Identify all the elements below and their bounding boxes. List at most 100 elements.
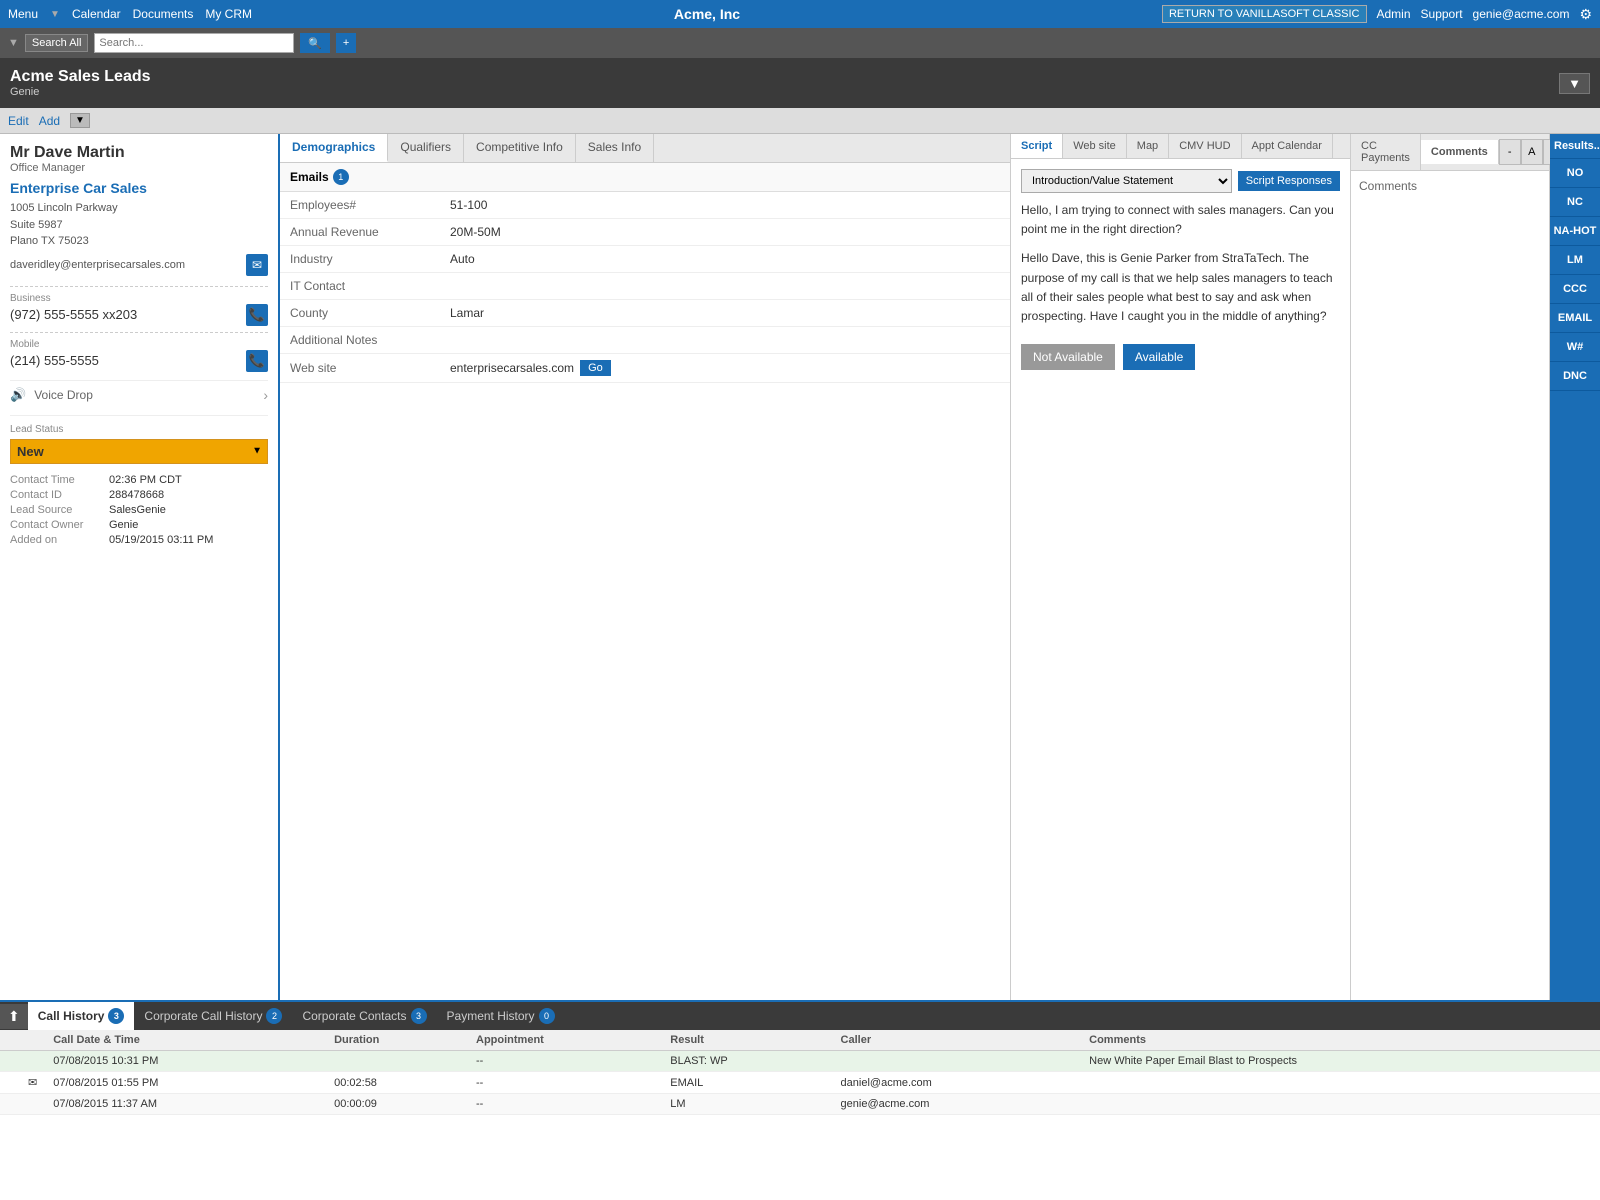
- contact-time-label: Contact Time: [10, 474, 105, 486]
- row3-caller: genie@acme.com: [833, 1094, 1082, 1115]
- content-area: Mr Dave Martin Office Manager Enterprise…: [0, 134, 1600, 1000]
- cc-a-btn[interactable]: A: [1521, 139, 1543, 165]
- history-header-row: Call Date & Time Duration Appointment Re…: [0, 1030, 1600, 1051]
- col-icon2: [20, 1030, 45, 1051]
- contact-name: Mr Dave Martin: [10, 144, 268, 162]
- col-result: Result: [662, 1030, 832, 1051]
- support-link[interactable]: Support: [1421, 7, 1463, 21]
- contact-owner-label: Contact Owner: [10, 519, 105, 531]
- bottom-tab-bar: ⬆ Call History 3 Corporate Call History …: [0, 1002, 1600, 1030]
- not-available-button[interactable]: Not Available: [1021, 344, 1115, 370]
- contact-owner-row: Contact Owner Genie: [10, 519, 268, 531]
- col-duration: Duration: [326, 1030, 468, 1051]
- return-to-classic-btn[interactable]: RETURN TO VANILLASOFT CLASSIC: [1162, 5, 1367, 23]
- tab-cc-payments[interactable]: CC Payments: [1351, 134, 1421, 170]
- menu-item-documents[interactable]: Documents: [133, 7, 194, 21]
- tab-map[interactable]: Map: [1127, 134, 1169, 158]
- main-tab-bar: Demographics Qualifiers Competitive Info…: [280, 134, 1010, 163]
- tab-competitive-info[interactable]: Competitive Info: [464, 134, 576, 162]
- search-dropdown-icon: ▼: [8, 37, 19, 49]
- send-email-button[interactable]: ✉: [246, 254, 268, 276]
- available-button[interactable]: Available: [1123, 344, 1195, 370]
- row2-icon1: [0, 1072, 20, 1094]
- row3-icon1: [0, 1094, 20, 1115]
- result-nahot-btn[interactable]: NA-HOT: [1550, 217, 1600, 246]
- menu-item-mycrm[interactable]: My CRM: [205, 7, 252, 21]
- result-no-btn[interactable]: NO: [1550, 159, 1600, 188]
- tab-payment-history[interactable]: Payment History 0: [437, 1002, 565, 1030]
- employees-row: Employees# 51-100: [280, 192, 1010, 219]
- cc-minus-btn[interactable]: -: [1499, 139, 1521, 165]
- tab-qualifiers[interactable]: Qualifiers: [388, 134, 464, 162]
- row3-appointment: --: [468, 1094, 662, 1115]
- admin-link[interactable]: Admin: [1377, 7, 1411, 21]
- search-plus-button[interactable]: +: [336, 33, 356, 53]
- call-business-button[interactable]: 📞: [246, 304, 268, 326]
- titlebar-collapse-btn[interactable]: ▼: [1559, 73, 1590, 94]
- result-lm-btn[interactable]: LM: [1550, 246, 1600, 275]
- user-icon: ⚙: [1579, 6, 1592, 23]
- col-comments: Comments: [1081, 1030, 1600, 1051]
- tab-sales-info[interactable]: Sales Info: [576, 134, 654, 162]
- tab-call-history[interactable]: Call History 3: [28, 1002, 135, 1030]
- industry-value: Auto: [440, 246, 1010, 273]
- lead-status-select[interactable]: New Hot Lead Warm Lead Cold Lead: [10, 439, 268, 464]
- row1-icon1: [0, 1051, 20, 1072]
- script-type-select[interactable]: Introduction/Value Statement: [1021, 169, 1232, 193]
- voicedrop-row[interactable]: 🔊 Voice Drop ›: [10, 380, 268, 403]
- edit-bar-dropdown[interactable]: ▼: [70, 113, 90, 128]
- mobile-phone-label: Mobile: [10, 339, 268, 350]
- script-body: Hello, I am trying to connect with sales…: [1021, 201, 1340, 326]
- tab-demographics[interactable]: Demographics: [280, 134, 388, 162]
- contact-role: Office Manager: [10, 162, 268, 174]
- bottom-collapse-btn[interactable]: ⬆: [0, 1004, 28, 1029]
- row2-date: 07/08/2015 01:55 PM: [45, 1072, 326, 1094]
- call-mobile-button[interactable]: 📞: [246, 350, 268, 372]
- edit-link[interactable]: Edit: [8, 114, 29, 128]
- script-paragraph-2: Hello Dave, this is Genie Parker from St…: [1021, 249, 1340, 326]
- script-tab-bar: Script Web site Map CMV HUD Appt Calenda…: [1011, 134, 1350, 159]
- lead-status-section: Lead Status New Hot Lead Warm Lead Cold …: [10, 415, 268, 464]
- tab-script[interactable]: Script: [1011, 134, 1063, 158]
- email-address: daveridley@enterprisecarsales.com: [10, 259, 240, 271]
- result-email-btn[interactable]: EMAIL: [1550, 304, 1600, 333]
- menu-item-calendar[interactable]: Calendar: [72, 7, 121, 21]
- voicedrop-icon: 🔊: [10, 387, 26, 403]
- lead-source-label: Lead Source: [10, 504, 105, 516]
- result-ccc-btn[interactable]: CCC: [1550, 275, 1600, 304]
- emails-header: Emails 1: [280, 163, 1010, 192]
- it-contact-row: IT Contact: [280, 273, 1010, 300]
- tab-comments[interactable]: Comments: [1421, 140, 1499, 164]
- col-appointment: Appointment: [468, 1030, 662, 1051]
- search-button[interactable]: 🔍: [300, 33, 330, 53]
- comments-content: Comments: [1351, 171, 1549, 1000]
- menu-item-menu[interactable]: Menu: [8, 7, 38, 21]
- search-all-dropdown[interactable]: Search All: [25, 34, 89, 52]
- tab-website[interactable]: Web site: [1063, 134, 1127, 158]
- result-nc-btn[interactable]: NC: [1550, 188, 1600, 217]
- company-name[interactable]: Enterprise Car Sales: [10, 180, 268, 196]
- website-go-button[interactable]: Go: [580, 360, 611, 376]
- row2-icon2: ✉: [20, 1072, 45, 1094]
- corporate-call-history-label: Corporate Call History: [144, 1009, 262, 1023]
- user-email[interactable]: genie@acme.com: [1473, 7, 1570, 21]
- script-responses-button[interactable]: Script Responses: [1238, 171, 1340, 191]
- row2-duration: 00:02:58: [326, 1072, 468, 1094]
- result-dnc-btn[interactable]: DNC: [1550, 362, 1600, 391]
- call-history-content: Call Date & Time Duration Appointment Re…: [0, 1030, 1600, 1200]
- add-link[interactable]: Add: [39, 114, 60, 128]
- result-w-btn[interactable]: W#: [1550, 333, 1600, 362]
- voicedrop-label: Voice Drop: [34, 388, 93, 402]
- contact-id-value: 288478668: [109, 489, 164, 501]
- row1-caller: [833, 1051, 1082, 1072]
- row2-result: EMAIL: [662, 1072, 832, 1094]
- search-input[interactable]: [94, 33, 294, 53]
- tab-cmv-hud[interactable]: CMV HUD: [1169, 134, 1241, 158]
- tab-appt-calendar[interactable]: Appt Calendar: [1242, 134, 1333, 158]
- email-count-badge: 1: [333, 169, 349, 185]
- corporate-contacts-label: Corporate Contacts: [302, 1009, 406, 1023]
- address-line2: Suite 5987: [10, 217, 268, 234]
- tab-corporate-call-history[interactable]: Corporate Call History 2: [134, 1002, 292, 1030]
- demographics-table: Employees# 51-100 Annual Revenue 20M-50M…: [280, 192, 1010, 383]
- tab-corporate-contacts[interactable]: Corporate Contacts 3: [292, 1002, 436, 1030]
